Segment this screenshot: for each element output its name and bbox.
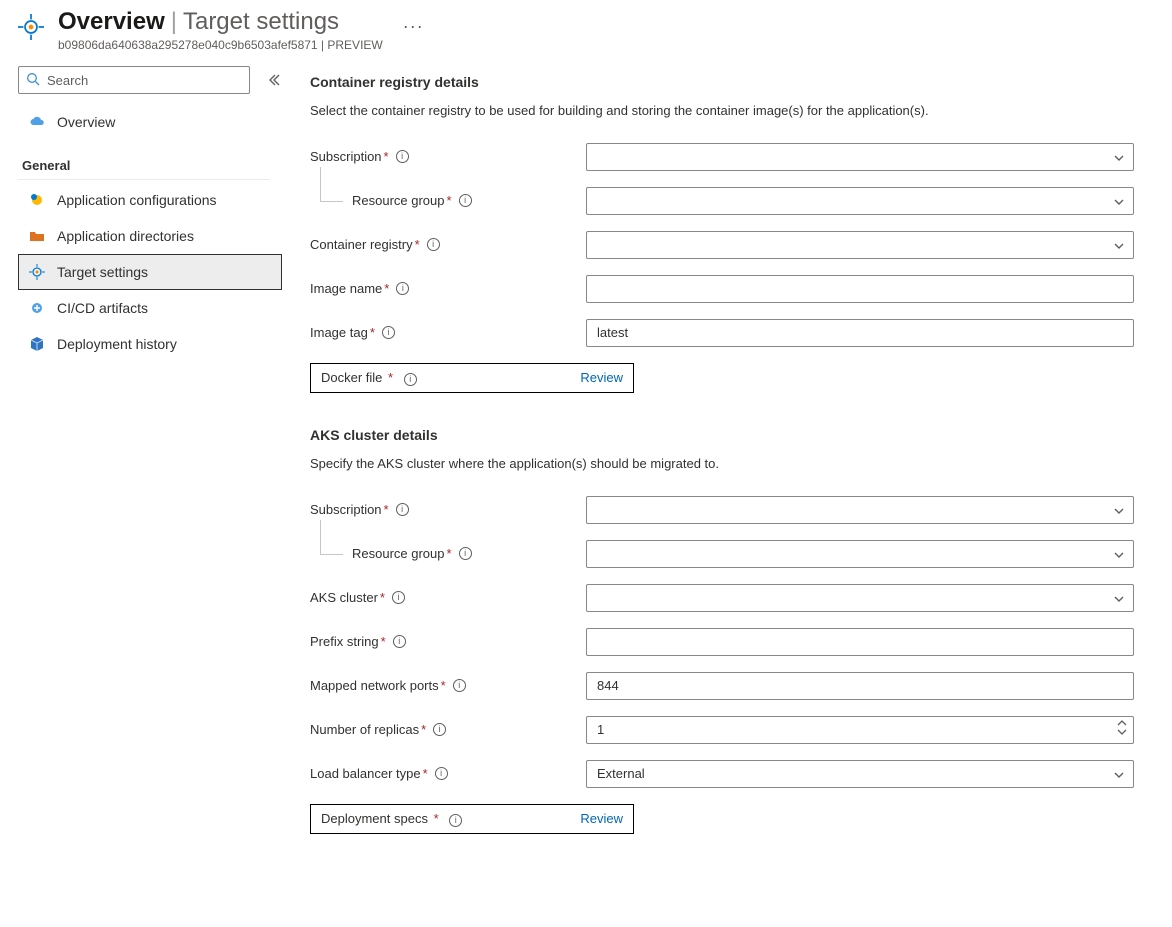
- info-icon[interactable]: i: [396, 282, 409, 295]
- page-header: Overview|Target settings b09806da640638a…: [0, 0, 1172, 56]
- aks-resource-group-dropdown[interactable]: [586, 540, 1134, 568]
- load-balancer-dropdown[interactable]: External: [586, 760, 1134, 788]
- deployment-specs-review-link[interactable]: Review: [580, 811, 623, 826]
- sidebar-item-overview[interactable]: Overview: [18, 104, 282, 140]
- cloud-icon: [29, 114, 45, 130]
- step-up-button[interactable]: [1117, 719, 1127, 727]
- required-marker: *: [382, 149, 392, 164]
- search-icon: [25, 71, 41, 87]
- image-name-input[interactable]: [586, 275, 1134, 303]
- prefix-string-input[interactable]: [586, 628, 1134, 656]
- sidebar-item-label: Application configurations: [57, 192, 217, 208]
- chevron-down-icon: [1113, 152, 1125, 164]
- subscription-dropdown[interactable]: [586, 143, 1134, 171]
- info-icon[interactable]: i: [396, 150, 409, 163]
- title-sub: Target settings: [183, 8, 339, 35]
- collapse-sidebar-button[interactable]: [266, 72, 282, 88]
- replicas-stepper[interactable]: 1: [586, 716, 1134, 744]
- label-mapped-ports: Mapped network ports*i: [310, 678, 586, 693]
- search-box: [18, 66, 250, 94]
- label-container-registry: Container registry*i: [310, 237, 586, 252]
- target-small-icon: [29, 264, 45, 280]
- info-icon[interactable]: i: [459, 547, 472, 560]
- box-icon: [29, 336, 45, 352]
- container-registry-dropdown[interactable]: [586, 231, 1134, 259]
- main-content: Container registry details Select the co…: [290, 56, 1172, 892]
- artifact-icon: [29, 300, 45, 316]
- chevron-down-icon: [1113, 240, 1125, 252]
- chevron-down-icon: [1113, 505, 1125, 517]
- info-icon[interactable]: i: [396, 503, 409, 516]
- label-replicas: Number of replicas*i: [310, 722, 586, 737]
- label-aks-subscription: Subscription*i: [310, 502, 586, 517]
- sidebar-item-label: Application directories: [57, 228, 194, 244]
- info-icon[interactable]: i: [433, 723, 446, 736]
- info-icon[interactable]: i: [382, 326, 395, 339]
- chevron-down-icon: [1113, 593, 1125, 605]
- section-heading-aks: AKS cluster details: [310, 427, 1140, 443]
- label-prefix-string: Prefix string*i: [310, 634, 586, 649]
- info-icon[interactable]: i: [453, 679, 466, 692]
- aks-subscription-dropdown[interactable]: [586, 496, 1134, 524]
- info-icon[interactable]: i: [427, 238, 440, 251]
- info-icon[interactable]: i: [393, 635, 406, 648]
- sidebar-item-app-configs[interactable]: Application configurations: [18, 182, 282, 218]
- folder-icon: [29, 228, 45, 244]
- label-subscription: Subscription*i: [310, 149, 586, 164]
- sidebar: Overview General Application configurati…: [0, 56, 290, 372]
- resource-group-dropdown[interactable]: [586, 187, 1134, 215]
- label-lb-type: Load balancer type*i: [310, 766, 586, 781]
- sidebar-item-label: Deployment history: [57, 336, 177, 352]
- sidebar-item-app-dirs[interactable]: Application directories: [18, 218, 282, 254]
- sidebar-divider: [18, 179, 270, 180]
- label-deployment-specs: Deployment specs * i: [321, 811, 462, 827]
- section-desc-registry: Select the container registry to be used…: [310, 102, 1140, 121]
- aks-cluster-dropdown[interactable]: [586, 584, 1134, 612]
- header-subtitle: b09806da640638a295278e040c9b6503afef5871…: [58, 38, 383, 52]
- sidebar-section-general: General: [18, 140, 282, 177]
- chevron-down-icon: [1113, 769, 1125, 781]
- section-heading-registry: Container registry details: [310, 74, 1140, 90]
- replicas-value: 1: [597, 722, 604, 737]
- step-down-button[interactable]: [1117, 728, 1127, 736]
- chevron-down-icon: [1113, 549, 1125, 561]
- info-icon[interactable]: i: [459, 194, 472, 207]
- search-input[interactable]: [18, 66, 250, 94]
- sidebar-item-label: Target settings: [57, 264, 148, 280]
- sidebar-item-target-settings[interactable]: Target settings: [18, 254, 282, 290]
- info-icon[interactable]: i: [392, 591, 405, 604]
- docker-file-row: Docker file * i Review: [310, 363, 634, 393]
- lb-value: External: [597, 766, 645, 781]
- label-resource-group: Resource group*i: [310, 193, 586, 208]
- image-tag-input[interactable]: [586, 319, 1134, 347]
- section-desc-aks: Specify the AKS cluster where the applic…: [310, 455, 1140, 474]
- label-image-tag: Image tag*i: [310, 325, 586, 340]
- sidebar-item-label: CI/CD artifacts: [57, 300, 148, 316]
- more-actions-button[interactable]: ···: [397, 8, 430, 37]
- target-icon: [18, 14, 44, 40]
- docker-file-review-link[interactable]: Review: [580, 370, 623, 385]
- sidebar-item-deploy-history[interactable]: Deployment history: [18, 326, 282, 362]
- title-main: Overview: [58, 8, 165, 35]
- header-title-block: Overview|Target settings b09806da640638a…: [58, 8, 383, 52]
- chevron-down-icon: [1113, 196, 1125, 208]
- sidebar-item-label: Overview: [57, 114, 115, 130]
- label-image-name: Image name*i: [310, 281, 586, 296]
- sidebar-item-cicd[interactable]: CI/CD artifacts: [18, 290, 282, 326]
- title-separator: |: [165, 8, 183, 35]
- info-icon[interactable]: i: [435, 767, 448, 780]
- mapped-ports-input[interactable]: [586, 672, 1134, 700]
- label-aks-cluster: AKS cluster*i: [310, 590, 586, 605]
- info-icon[interactable]: i: [404, 373, 417, 386]
- page-title: Overview|Target settings: [58, 8, 383, 36]
- info-icon[interactable]: i: [449, 814, 462, 827]
- label-aks-resource-group: Resource group*i: [310, 546, 586, 561]
- label-docker-file: Docker file * i: [321, 370, 417, 386]
- deployment-specs-row: Deployment specs * i Review: [310, 804, 634, 834]
- config-icon: [29, 192, 45, 208]
